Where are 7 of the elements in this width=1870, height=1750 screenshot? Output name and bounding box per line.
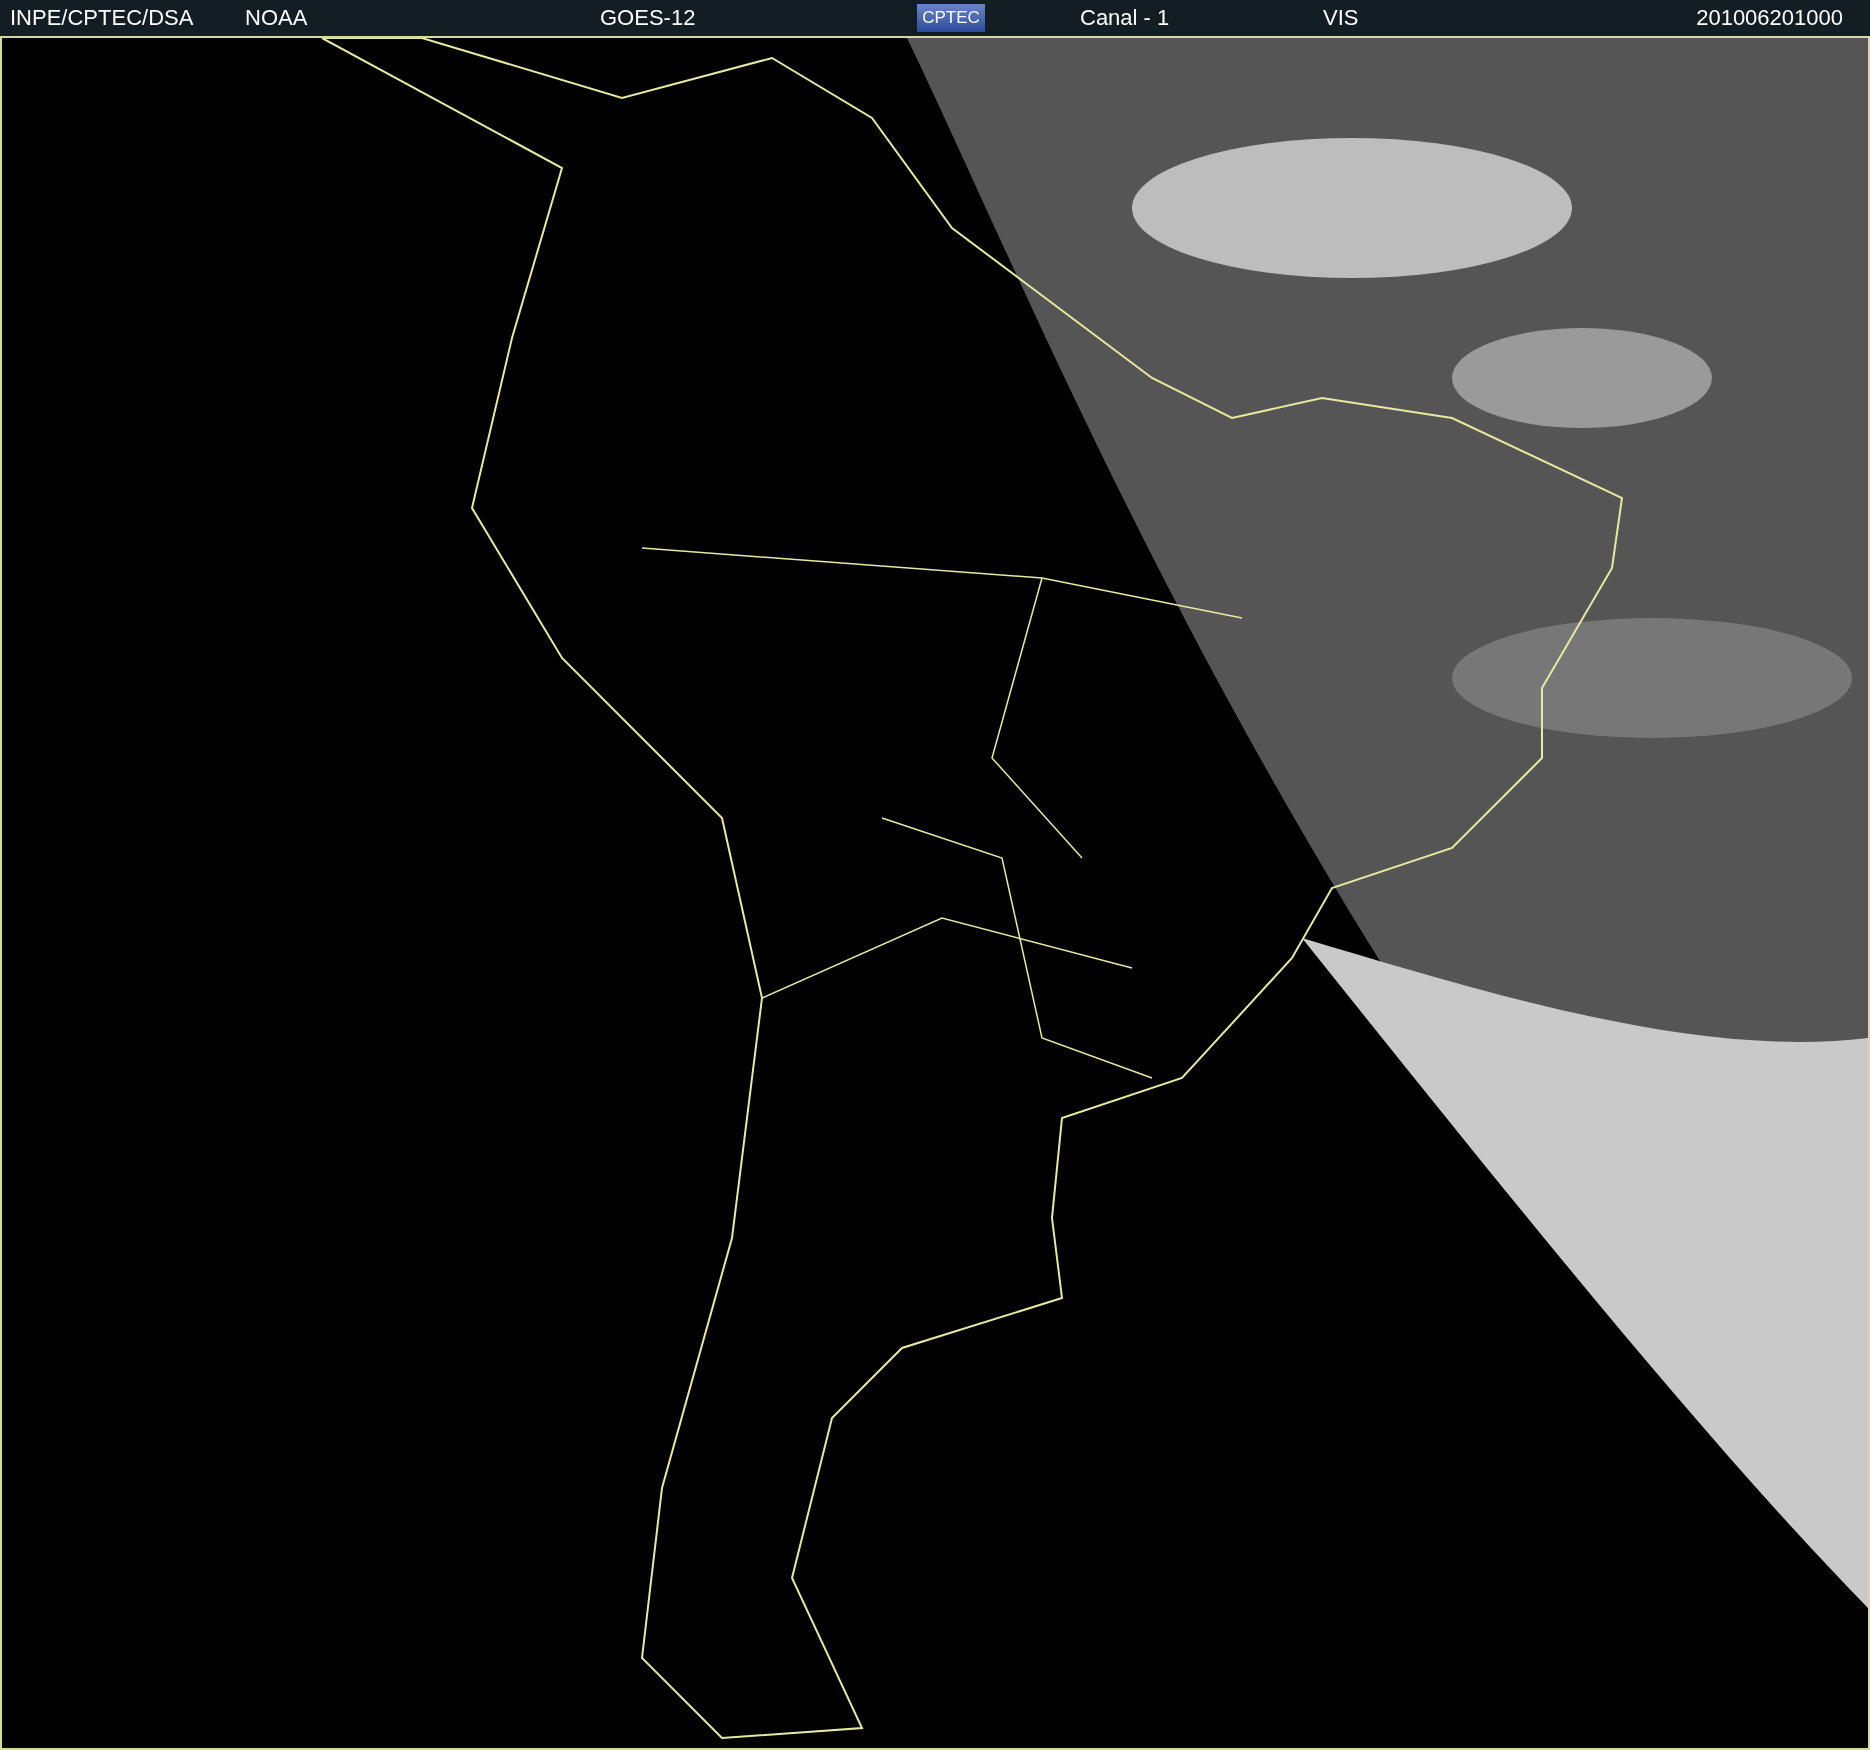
header-label: INPE/CPTEC/DSA <box>10 5 194 31</box>
header-label: NOAA <box>245 5 308 31</box>
header-label: GOES-12 <box>600 5 696 31</box>
logo: CPTEC <box>917 4 985 32</box>
header-label: 201006201000 <box>1696 5 1843 31</box>
header-label: Canal - 1 <box>1080 5 1170 31</box>
header-label: VIS <box>1323 5 1359 31</box>
